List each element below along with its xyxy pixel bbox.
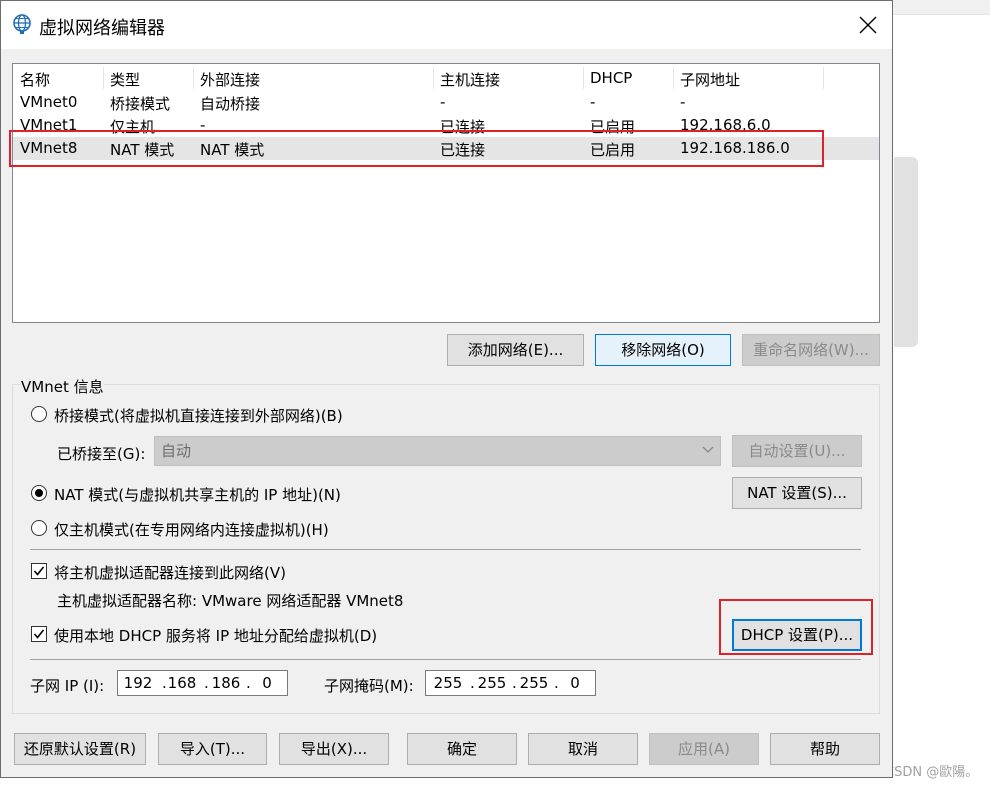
subnet-ip-input[interactable]: 192 . 168 . 186 . 0: [117, 670, 288, 696]
dialog-title: 虚拟网络编辑器: [39, 18, 165, 39]
cell-external: 自动桥接: [200, 95, 261, 113]
mask-dot: .: [470, 674, 475, 692]
use-dhcp-checkbox[interactable]: [31, 626, 47, 642]
subnet-mask-input[interactable]: 255 . 255 . 255 . 0: [425, 670, 596, 696]
column-divider[interactable]: [193, 67, 194, 89]
use-dhcp-label[interactable]: 使用本地 DHCP 服务将 IP 地址分配给虚拟机(D): [54, 625, 377, 646]
rename-network-button[interactable]: 重命名网络(W)...: [742, 334, 880, 366]
connect-adapter-label[interactable]: 将主机虚拟适配器连接到此网络(V): [54, 562, 286, 583]
help-button[interactable]: 帮助: [770, 733, 880, 765]
bridged-mode-label[interactable]: 桥接模式(将虚拟机直接连接到外部网络)(B): [54, 405, 343, 426]
remove-network-button[interactable]: 移除网络(O): [595, 334, 731, 366]
cancel-button[interactable]: 取消: [528, 733, 638, 765]
virtual-network-editor-dialog: 虚拟网络编辑器 名称 类型 外部连接 主机连接 DHCP 子网地址 VMnet0…: [0, 0, 893, 778]
column-divider[interactable]: [673, 67, 674, 89]
auto-settings-button[interactable]: 自动设置(U)...: [732, 435, 862, 467]
cell-type: 桥接模式: [110, 95, 171, 113]
mask-octet: 0: [570, 674, 580, 692]
host-only-label[interactable]: 仅主机模式(在专用网络内连接虚拟机)(H): [54, 519, 329, 540]
bridged-to-select[interactable]: 自动: [154, 436, 721, 466]
watermark: CSDN @歐陽。: [885, 765, 979, 780]
cell-subnet: -: [680, 93, 686, 111]
cell-name: VMnet0: [20, 93, 78, 111]
bridged-to-label: 已桥接至(G):: [57, 445, 146, 463]
ip-octet: 186: [211, 674, 241, 692]
background-window-edge: [893, 0, 990, 15]
radio-selected-dot: [35, 489, 43, 497]
divider: [30, 549, 861, 550]
column-divider[interactable]: [823, 67, 824, 89]
background-scrollbar: [894, 157, 918, 347]
ip-dot: .: [204, 674, 209, 692]
column-header-name[interactable]: 名称: [20, 69, 50, 89]
nat-mode-label[interactable]: NAT 模式(与虚拟机共享主机的 IP 地址)(N): [54, 484, 341, 505]
vmnet-info-label: VMnet 信息: [21, 376, 104, 397]
ip-octet: 0: [262, 674, 272, 692]
column-header-dhcp[interactable]: DHCP: [590, 69, 632, 87]
bridged-to-value: 自动: [161, 442, 192, 460]
nat-settings-button[interactable]: NAT 设置(S)...: [732, 477, 862, 509]
mask-octet: 255: [477, 674, 507, 692]
cell-host: -: [440, 93, 446, 111]
ok-button[interactable]: 确定: [407, 733, 517, 765]
import-button[interactable]: 导入(T)...: [158, 733, 267, 765]
add-network-button[interactable]: 添加网络(E)...: [447, 334, 584, 366]
close-button[interactable]: [847, 7, 889, 43]
mask-octet: 255: [519, 674, 549, 692]
column-header-type[interactable]: 类型: [110, 69, 140, 89]
column-divider[interactable]: [583, 67, 584, 89]
adapter-name-text: 主机虚拟适配器名称: VMware 网络适配器 VMnet8: [57, 592, 404, 610]
cell-dhcp: -: [590, 93, 596, 111]
column-header-subnet[interactable]: 子网地址: [680, 69, 740, 89]
restore-defaults-button[interactable]: 还原默认设置(R): [14, 733, 146, 765]
checkmark-icon: [33, 566, 45, 576]
mask-octet: 255: [433, 674, 463, 692]
column-divider[interactable]: [103, 67, 104, 89]
ip-octet: 168: [167, 674, 197, 692]
table-row[interactable]: VMnet0 桥接模式 自动桥接 - - -: [13, 91, 879, 114]
subnet-mask-label: 子网掩码(M):: [324, 677, 414, 695]
export-button[interactable]: 导出(X)...: [279, 733, 389, 765]
divider: [30, 659, 861, 660]
title-bar: 虚拟网络编辑器: [1, 1, 892, 49]
ip-octet: 192: [123, 674, 153, 692]
checkmark-icon: [33, 629, 45, 639]
globe-icon: [11, 13, 33, 35]
chevron-down-icon: [702, 446, 714, 453]
column-header-external[interactable]: 外部连接: [200, 69, 260, 89]
column-divider[interactable]: [433, 67, 434, 89]
subnet-ip-label: 子网 IP (I):: [30, 677, 105, 695]
connect-adapter-checkbox[interactable]: [31, 563, 47, 579]
network-list[interactable]: 名称 类型 外部连接 主机连接 DHCP 子网地址 VMnet0 桥接模式 自动…: [12, 63, 880, 323]
bridged-mode-radio[interactable]: [31, 406, 47, 422]
dhcp-settings-button[interactable]: DHCP 设置(P)...: [732, 619, 862, 651]
close-icon: [859, 16, 877, 34]
host-only-radio[interactable]: [31, 520, 47, 536]
highlight-box-vmnet8: [9, 130, 824, 167]
mask-dot: .: [512, 674, 517, 692]
column-header-host[interactable]: 主机连接: [440, 69, 500, 89]
apply-button[interactable]: 应用(A): [649, 733, 759, 765]
list-header: 名称 类型 外部连接 主机连接 DHCP 子网地址: [13, 64, 879, 92]
nat-mode-radio[interactable]: [31, 485, 47, 501]
